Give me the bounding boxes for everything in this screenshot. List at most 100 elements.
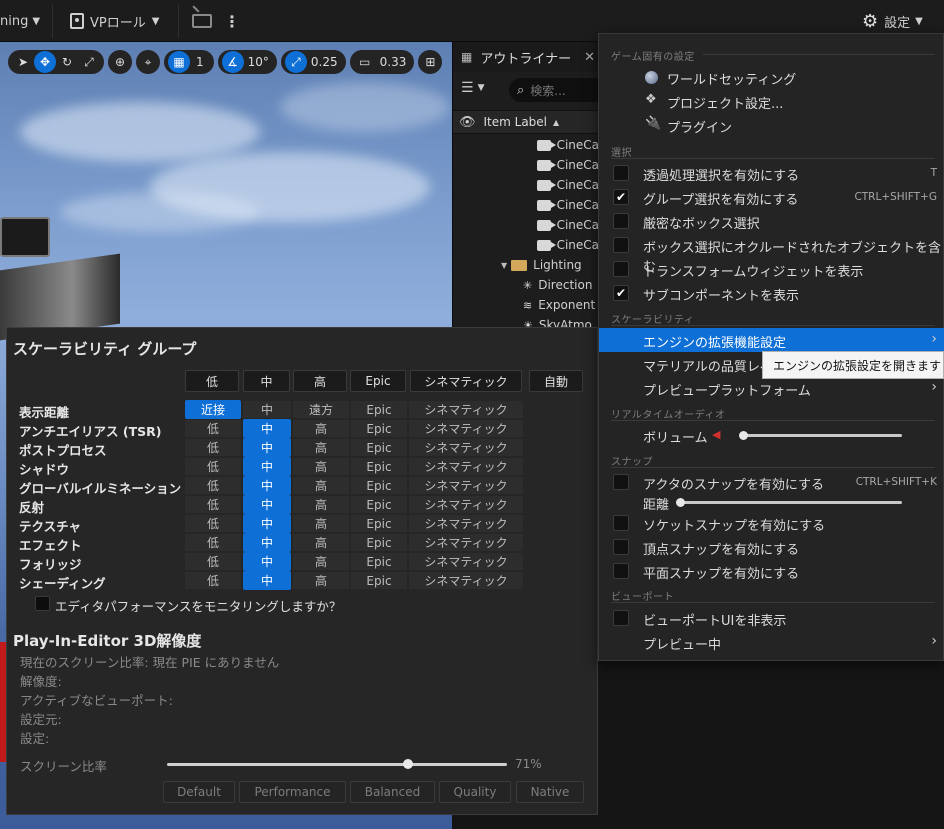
hide-viewport-ui-checkbox[interactable]: [613, 610, 629, 626]
outliner-row[interactable]: ▼ Lighting: [453, 255, 599, 275]
rotate-tool-icon[interactable]: ↻: [56, 51, 78, 73]
quality-option[interactable]: シネマティック: [409, 514, 523, 533]
quality-option[interactable]: 高: [293, 552, 349, 571]
chevron-down-icon[interactable]: ▼: [478, 83, 485, 93]
vp-role-dropdown[interactable]: VPロール ▼: [70, 0, 159, 42]
quality-option[interactable]: 高: [293, 533, 349, 552]
select-option-item[interactable]: ✔ グループ選択を有効にする CTRL+SHIFT+G: [599, 185, 944, 209]
resolution-preset-button[interactable]: Quality: [439, 781, 511, 803]
quality-option[interactable]: 近接: [185, 400, 241, 419]
quality-option[interactable]: Epic: [351, 571, 407, 590]
camera-speed[interactable]: ▭ 0.33: [349, 50, 415, 74]
select-option-item[interactable]: ✔ サブコンポーネントを表示: [599, 281, 944, 305]
search-input[interactable]: ⌕ 検索...: [509, 78, 601, 102]
preset-header-button[interactable]: 低: [185, 370, 239, 392]
preset-header-button[interactable]: 中: [243, 370, 290, 392]
quality-option[interactable]: Epic: [351, 552, 407, 571]
resolution-preset-button[interactable]: Default: [163, 781, 235, 803]
quality-option[interactable]: シネマティック: [409, 571, 523, 590]
quality-option[interactable]: Epic: [351, 438, 407, 457]
quality-option[interactable]: 高: [293, 495, 349, 514]
filter-icon[interactable]: ☰: [461, 80, 474, 96]
quality-option[interactable]: Epic: [351, 457, 407, 476]
quality-option[interactable]: 高: [293, 419, 349, 438]
option-checkbox[interactable]: [613, 165, 629, 181]
quality-option[interactable]: 中: [243, 495, 291, 514]
outliner-row[interactable]: CineCa: [453, 235, 599, 255]
quality-option[interactable]: 低: [185, 476, 241, 495]
quality-option[interactable]: 遠方: [293, 400, 349, 419]
expand-arrow-icon[interactable]: ▼: [501, 261, 507, 270]
quality-option[interactable]: シネマティック: [409, 400, 523, 419]
snap-checkbox[interactable]: [613, 539, 629, 555]
quality-option[interactable]: シネマティック: [409, 495, 523, 514]
quality-option[interactable]: 高: [293, 457, 349, 476]
quality-option[interactable]: 中: [243, 400, 291, 419]
quality-option[interactable]: 低: [185, 457, 241, 476]
quality-option[interactable]: 高: [293, 476, 349, 495]
left-menu-dropdown[interactable]: ning ▼: [0, 0, 40, 42]
resolution-preset-button[interactable]: Performance: [239, 781, 346, 803]
snap-option-item[interactable]: 頂点スナップを有効にする: [599, 535, 944, 559]
outliner-row[interactable]: ≋ Exponent: [453, 295, 599, 315]
quality-option[interactable]: 中: [243, 514, 291, 533]
camera-speed-value[interactable]: 0.33: [376, 55, 411, 69]
quality-option[interactable]: 低: [185, 419, 241, 438]
quality-option[interactable]: 高: [293, 571, 349, 590]
coordinate-system-button[interactable]: ⊕: [108, 50, 132, 74]
outliner-row[interactable]: CineCa: [453, 155, 599, 175]
layout-button[interactable]: ⊞: [418, 50, 443, 74]
quality-option[interactable]: 低: [185, 533, 241, 552]
actor-snap-checkbox[interactable]: [613, 474, 629, 490]
distance-slider[interactable]: [681, 501, 902, 504]
select-tool-icon[interactable]: ➤: [12, 51, 34, 73]
quality-option[interactable]: Epic: [351, 495, 407, 514]
resolution-preset-button[interactable]: Balanced: [350, 781, 435, 803]
select-option-item[interactable]: 透過処理選択を有効にする T: [599, 161, 944, 185]
rotation-snap[interactable]: ∡ 10°: [217, 50, 277, 74]
tv-icon[interactable]: [192, 0, 212, 42]
quality-option[interactable]: 高: [293, 438, 349, 457]
volume-slider[interactable]: [742, 434, 902, 437]
quality-option[interactable]: 中: [243, 476, 291, 495]
quality-option[interactable]: 低: [185, 571, 241, 590]
snap-checkbox[interactable]: [613, 563, 629, 579]
speaker-icon[interactable]: ◀: [712, 428, 720, 441]
option-checkbox[interactable]: ✔: [613, 285, 629, 301]
quality-option[interactable]: 中: [243, 533, 291, 552]
snap-checkbox[interactable]: [613, 515, 629, 531]
outliner-row[interactable]: CineCa: [453, 215, 599, 235]
select-option-item[interactable]: トランスフォームウィジェットを表示: [599, 257, 944, 281]
quality-option[interactable]: シネマティック: [409, 533, 523, 552]
surface-snap-button[interactable]: ⌖: [136, 50, 160, 74]
rotation-snap-value[interactable]: 10°: [244, 55, 273, 69]
quality-option[interactable]: Epic: [351, 419, 407, 438]
grid-snap-value[interactable]: 1: [190, 55, 210, 69]
snap-option-item[interactable]: 平面スナップを有効にする: [599, 559, 944, 583]
quality-option[interactable]: Epic: [351, 533, 407, 552]
scale-snap-value[interactable]: 0.25: [307, 55, 342, 69]
option-checkbox[interactable]: [613, 213, 629, 229]
quality-option[interactable]: 低: [185, 438, 241, 457]
quality-option[interactable]: シネマティック: [409, 476, 523, 495]
distance-knob[interactable]: [676, 498, 685, 507]
quality-option[interactable]: 中: [243, 552, 291, 571]
preset-header-button[interactable]: 自動: [529, 370, 583, 392]
quality-option[interactable]: 中: [243, 457, 291, 476]
preset-header-button[interactable]: 高: [293, 370, 347, 392]
scale-snap[interactable]: ⤢ 0.25: [280, 50, 346, 74]
more-options-icon[interactable]: ⋮: [224, 0, 240, 42]
quality-option[interactable]: Epic: [351, 400, 407, 419]
quality-option[interactable]: シネマティック: [409, 457, 523, 476]
quality-option[interactable]: シネマティック: [409, 419, 523, 438]
preset-header-button[interactable]: Epic: [350, 370, 406, 392]
quality-option[interactable]: 低: [185, 552, 241, 571]
quality-option[interactable]: 中: [243, 419, 291, 438]
quality-option[interactable]: 中: [243, 571, 291, 590]
visibility-eye-icon[interactable]: 👁: [459, 115, 476, 130]
select-option-item[interactable]: ボックス選択にオクルードされたオブジェクトを含む: [599, 233, 944, 275]
outliner-row[interactable]: CineCa: [453, 195, 599, 215]
select-option-item[interactable]: 厳密なボックス選択: [599, 209, 944, 233]
quality-option[interactable]: 高: [293, 514, 349, 533]
quality-option[interactable]: 低: [185, 495, 241, 514]
